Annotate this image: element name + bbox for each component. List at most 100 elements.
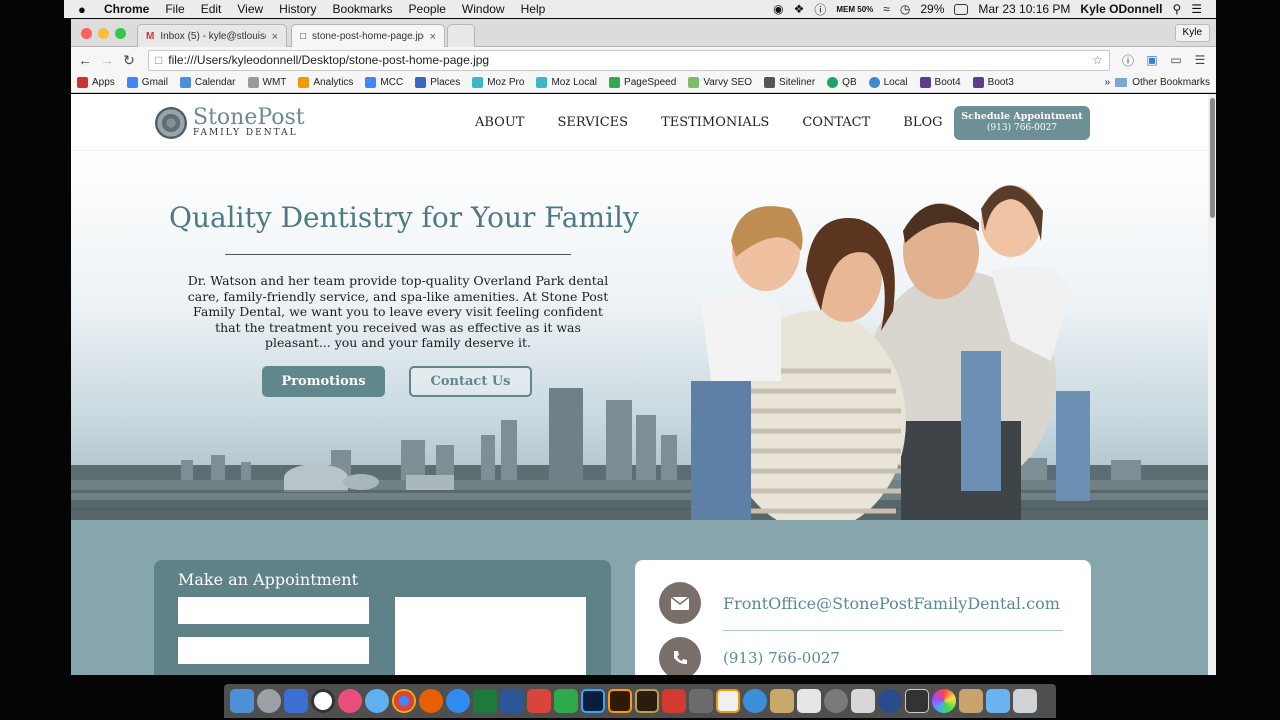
messages-icon[interactable] [365, 689, 389, 713]
datetime[interactable]: Mar 23 10:16 PM [978, 2, 1070, 16]
zoom-window-icon[interactable] [115, 28, 126, 39]
menu-people[interactable]: People [401, 2, 454, 16]
contact-us-button[interactable]: Contact Us [409, 366, 532, 397]
bookmark-qb[interactable]: QB [821, 77, 862, 88]
scrollbar-thumb[interactable] [1210, 98, 1215, 218]
other-bookmarks[interactable]: » Other Bookmarks [1105, 77, 1216, 88]
nav-contact[interactable]: CONTACT [802, 115, 870, 130]
tab-gmail[interactable]: M Inbox (5) - kyle@stlouisdig × [137, 24, 287, 48]
chrome-icon[interactable] [392, 689, 416, 713]
tab-close-icon[interactable]: × [430, 31, 436, 43]
bookmark-boot4[interactable]: Boot4 [914, 77, 967, 88]
promotions-button[interactable]: Promotions [262, 366, 385, 397]
bookmark-varvy-seo[interactable]: Varvy SEO [682, 77, 758, 88]
cast-icon[interactable]: ▭ [1164, 53, 1188, 67]
sequel-icon[interactable] [851, 689, 875, 713]
nav-services[interactable]: SERVICES [557, 115, 628, 130]
record-icon[interactable]: ◉ [773, 2, 783, 16]
photos-icon[interactable] [932, 689, 956, 713]
bookmark-moz-local[interactable]: Moz Local [530, 77, 603, 88]
bookmark-siteliner[interactable]: Siteliner [758, 77, 821, 88]
address-bar[interactable]: □ file:///Users/kyleodonnell/Desktop/sto… [148, 49, 1110, 71]
schedule-appointment-button[interactable]: Schedule Appointment (913) 766-0027 [954, 106, 1090, 140]
page-scrollbar[interactable] [1208, 94, 1216, 675]
vpn-icon[interactable] [878, 689, 902, 713]
info-icon[interactable]: ⓘ [814, 1, 826, 18]
wifi-icon[interactable]: ≈ [883, 2, 890, 16]
bookmark-star-icon[interactable]: ☆ [1092, 53, 1109, 67]
excel-icon[interactable] [473, 689, 497, 713]
bookmark-analytics[interactable]: Analytics [292, 77, 359, 88]
nav-about[interactable]: ABOUT [475, 115, 524, 130]
menu-history[interactable]: History [271, 2, 324, 16]
bookmark-local[interactable]: Local [863, 77, 914, 88]
mem-indicator[interactable]: MEM 50% [836, 5, 873, 14]
bookmark-apps[interactable]: Apps [71, 77, 121, 88]
menu-help[interactable]: Help [513, 2, 554, 16]
nav-testimonials[interactable]: TESTIMONIALS [661, 115, 769, 130]
menu-file[interactable]: File [157, 2, 192, 16]
bookmark-boot3[interactable]: Boot3 [967, 77, 1020, 88]
pin-icon[interactable] [959, 689, 983, 713]
menu-view[interactable]: View [229, 2, 271, 16]
battery-icon[interactable] [954, 3, 969, 15]
code-editor-icon[interactable] [716, 689, 740, 713]
mission-control-icon[interactable] [284, 689, 308, 713]
activity-icon[interactable] [311, 689, 335, 713]
tab-stone-post[interactable]: □ stone-post-home-page.jpg × [291, 24, 445, 48]
wunderlist-icon[interactable] [527, 689, 551, 713]
url-text[interactable]: file:///Users/kyleodonnell/Desktop/stone… [168, 53, 489, 67]
bridge-icon[interactable] [635, 689, 659, 713]
appointment-email-field[interactable] [178, 637, 369, 664]
itunes-icon[interactable] [338, 689, 362, 713]
profile-button[interactable]: Kyle [1174, 24, 1210, 42]
bookmark-places[interactable]: Places [409, 77, 466, 88]
downloads-folder-icon[interactable] [986, 689, 1010, 713]
bookmark-pagespeed[interactable]: PageSpeed [603, 77, 682, 88]
typora-icon[interactable] [662, 689, 686, 713]
launchpad-icon[interactable] [257, 689, 281, 713]
system-preferences-icon[interactable] [824, 689, 848, 713]
finder-icon[interactable] [230, 689, 254, 713]
clock-icon[interactable]: ◷ [900, 2, 910, 16]
preview-icon[interactable] [689, 689, 713, 713]
bookmark-calendar[interactable]: Calendar [174, 77, 242, 88]
trash-icon[interactable] [1013, 689, 1037, 713]
menu-chrome[interactable]: Chrome [96, 2, 157, 16]
back-icon[interactable]: ← [74, 52, 96, 68]
spotlight-icon[interactable]: ⚲ [1172, 2, 1181, 16]
battery-text[interactable]: 29% [920, 2, 944, 16]
bookmark-wmt[interactable]: WMT [242, 77, 293, 88]
apple-icon[interactable]: ● [78, 2, 96, 17]
forward-icon[interactable]: → [96, 52, 118, 68]
menu-window[interactable]: Window [454, 2, 513, 16]
word-icon[interactable] [500, 689, 524, 713]
dropbox-icon[interactable]: ❖ [794, 2, 805, 16]
extension-icon[interactable]: ▣ [1140, 53, 1164, 67]
appointment-name-field[interactable] [178, 597, 369, 624]
reload-icon[interactable]: ↻ [118, 52, 140, 69]
network-icon[interactable] [743, 689, 767, 713]
new-tab-button[interactable] [447, 24, 475, 48]
photoshop-icon[interactable] [581, 689, 605, 713]
nav-blog[interactable]: BLOG [903, 115, 942, 130]
notification-center-icon[interactable]: ☰ [1191, 2, 1202, 16]
close-window-icon[interactable] [81, 28, 92, 39]
minimize-window-icon[interactable] [98, 28, 109, 39]
menu-edit[interactable]: Edit [193, 2, 230, 16]
bookmark-mcc[interactable]: MCC [359, 77, 409, 88]
site-logo[interactable]: StonePost FAMILY DENTAL [155, 107, 305, 139]
bookmark-moz-pro[interactable]: Moz Pro [466, 77, 530, 88]
menu-icon[interactable]: ☰ [1188, 53, 1212, 67]
bookmark-gmail[interactable]: Gmail [121, 77, 174, 88]
overflow-chevron-icon[interactable]: » [1105, 77, 1111, 88]
stl-dm-folder-icon[interactable] [905, 689, 929, 713]
archive-icon[interactable] [770, 689, 794, 713]
illustrator-icon[interactable] [608, 689, 632, 713]
contact-email-link[interactable]: FrontOffice@StonePostFamilyDental.com [723, 594, 1060, 613]
user-name[interactable]: Kyle ODonnell [1080, 2, 1162, 16]
evernote-icon[interactable] [554, 689, 578, 713]
menu-bookmarks[interactable]: Bookmarks [325, 2, 401, 16]
firefox-icon[interactable] [419, 689, 443, 713]
info-extension-icon[interactable]: ⓘ [1116, 52, 1140, 69]
